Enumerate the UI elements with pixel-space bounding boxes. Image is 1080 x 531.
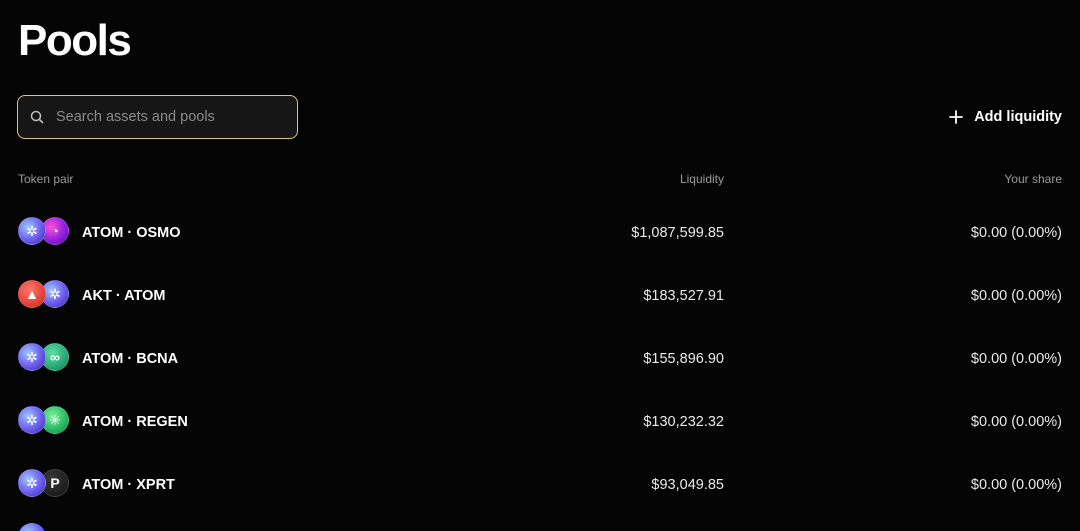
- plus-icon: [948, 108, 966, 126]
- pool-liquidity: $93,049.85: [651, 477, 724, 493]
- search-input[interactable]: [56, 109, 276, 125]
- pools-page: Pools Add liquidity Token pair Liquidity…: [0, 0, 1080, 531]
- pool-pair-label: ATOM · OSMO: [82, 225, 181, 241]
- atom-token-icon: ✲: [18, 217, 46, 245]
- pool-liquidity: $155,896.90: [643, 351, 724, 367]
- atom-token-icon: ✲: [18, 406, 46, 434]
- header-token-pair[interactable]: Token pair: [18, 172, 73, 186]
- akt-token-icon: ▲: [18, 280, 46, 308]
- atom-token-icon: ✲: [18, 469, 46, 497]
- header-your-share[interactable]: Your share: [1004, 172, 1062, 186]
- pool-pair-label: ATOM · BCNA: [82, 351, 179, 367]
- pool-row-atom-xprt[interactable]: ✲ P ATOM · XPRT $93,049.85 $0.00 (0.00%): [18, 453, 1062, 516]
- pool-liquidity: $183,527.91: [643, 288, 724, 304]
- search-icon: [30, 109, 46, 125]
- token-pair-icons: ✲ ∞: [18, 343, 70, 373]
- pool-liquidity: $1,087,599.85: [631, 225, 724, 241]
- pool-your-share: $0.00 (0.00%): [970, 414, 1062, 430]
- pool-list: ✲ ◔ ATOM · OSMO $1,087,599.85 $0.00 (0.0…: [18, 201, 1062, 516]
- pool-your-share: $0.00 (0.00%): [970, 288, 1062, 304]
- token-pair-icons: ▲ ✲: [18, 280, 70, 310]
- add-liquidity-label: Add liquidity: [974, 109, 1062, 125]
- pool-row-atom-bcna[interactable]: ✲ ∞ ATOM · BCNA $155,896.90 $0.00 (0.00%…: [18, 327, 1062, 390]
- token-pair-icons: ✲ ✳: [18, 406, 70, 436]
- pool-your-share: $0.00 (0.00%): [970, 477, 1062, 493]
- pool-pair-label: AKT · ATOM: [82, 288, 166, 304]
- pool-pair-label: ATOM · XPRT: [82, 477, 175, 493]
- search-box[interactable]: [17, 95, 298, 139]
- page-title: Pools: [18, 16, 132, 65]
- pool-row-atom-osmo[interactable]: ✲ ◔ ATOM · OSMO $1,087,599.85 $0.00 (0.0…: [18, 201, 1062, 264]
- pool-your-share: $0.00 (0.00%): [970, 225, 1062, 241]
- atom-token-icon: ✲: [18, 343, 46, 371]
- token-pair-icons: ✲ ◔: [18, 217, 70, 247]
- pool-your-share: $0.00 (0.00%): [970, 351, 1062, 367]
- pool-row-akt-atom[interactable]: ▲ ✲ AKT · ATOM $183,527.91 $0.00 (0.00%): [18, 264, 1062, 327]
- table-header: Token pair Liquidity Your share: [18, 172, 1062, 188]
- pool-row-atom-regen[interactable]: ✲ ✳ ATOM · REGEN $130,232.32 $0.00 (0.00…: [18, 390, 1062, 453]
- pool-pair-label: ATOM · REGEN: [82, 414, 188, 430]
- pool-liquidity: $130,232.32: [643, 414, 724, 430]
- add-liquidity-button[interactable]: Add liquidity: [948, 104, 1062, 130]
- atom-token-icon: [18, 523, 46, 531]
- token-pair-icons: ✲ P: [18, 469, 70, 499]
- header-liquidity[interactable]: Liquidity: [680, 172, 724, 186]
